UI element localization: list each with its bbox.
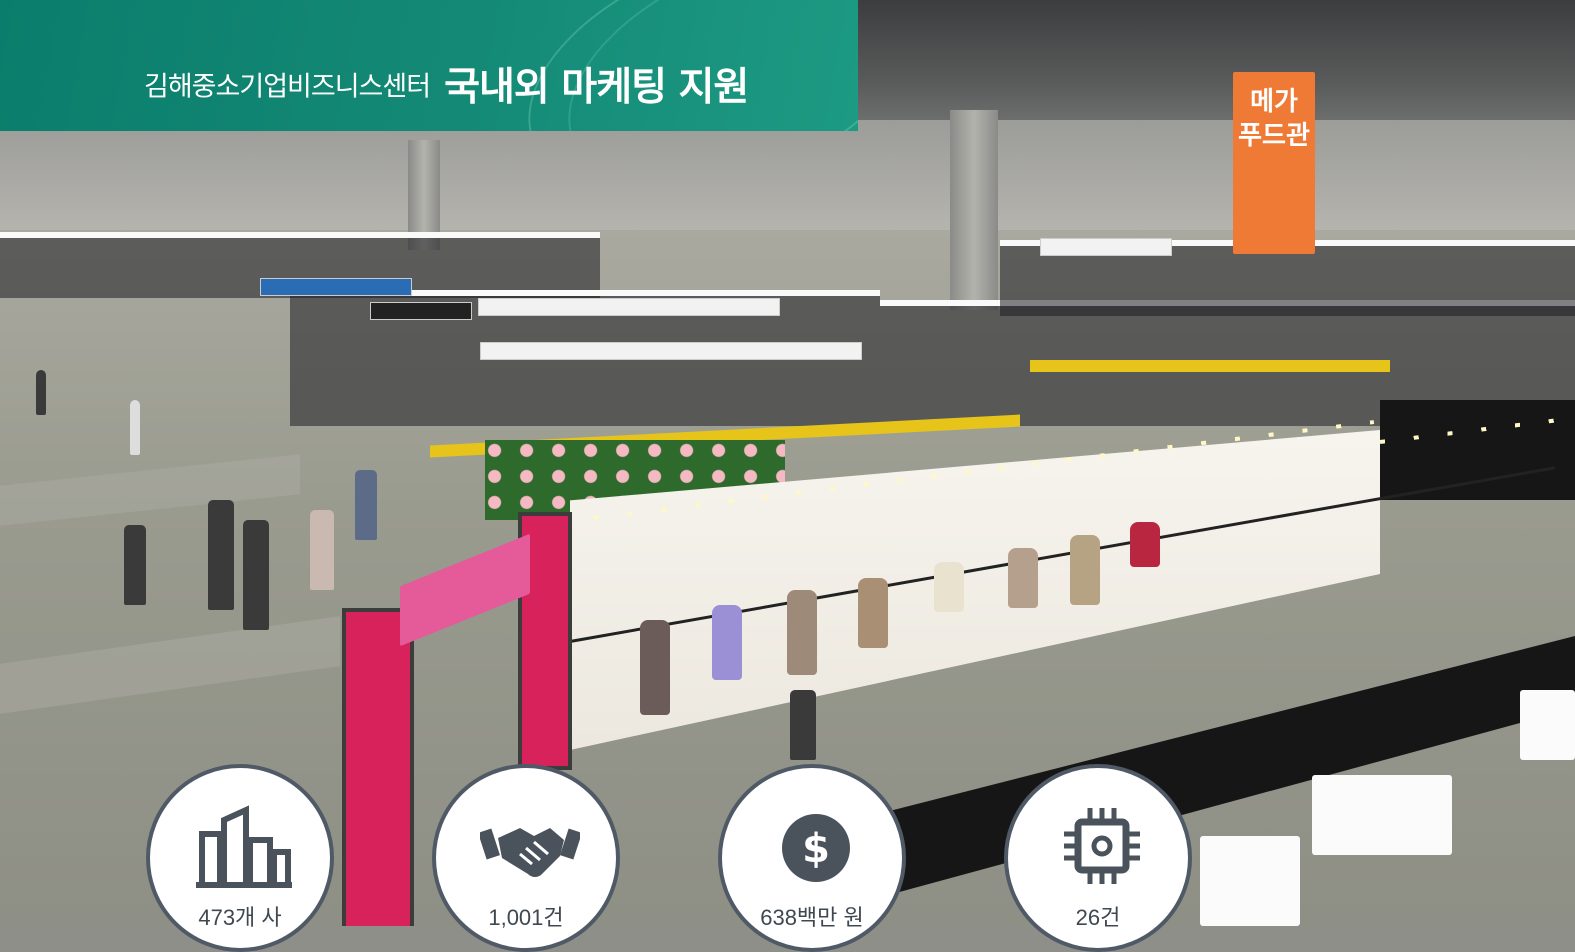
svg-text:$: $: [802, 826, 830, 872]
stat-value: 26건: [1075, 905, 1121, 930]
stat-value: 638백만 원: [760, 905, 864, 930]
food-hall-banner: 메가 푸드관: [1233, 72, 1315, 254]
meeting-table: [1312, 775, 1452, 855]
mannequin: [1008, 548, 1038, 608]
booth-sign: [1040, 238, 1172, 256]
booth-sign: [480, 342, 862, 360]
handshake-icon: [480, 828, 580, 877]
visitor: [124, 525, 146, 605]
dollar-icon: $: [782, 814, 850, 882]
visitor: [208, 500, 234, 610]
stat-export-amount: $ 638백만 원: [718, 764, 906, 952]
mannequin: [787, 590, 817, 675]
mannequin: [1070, 535, 1100, 605]
chip-icon: [1064, 808, 1140, 884]
page-title: 국내외 마케팅 지원: [444, 65, 749, 110]
mannequin: [712, 605, 742, 680]
mannequin: [1130, 522, 1160, 567]
pink-pillar: [342, 608, 414, 926]
mannequin: [858, 578, 888, 648]
visitor: [130, 400, 140, 455]
mannequin: [934, 562, 964, 612]
banner-text-line1: 메가: [1250, 87, 1298, 117]
org-name: 김해중소기업비즈니스센터: [144, 71, 431, 103]
visitor: [790, 690, 816, 760]
stat-value: 473개 사: [198, 905, 282, 930]
visitor: [355, 470, 377, 540]
meeting-table: [1200, 836, 1300, 926]
booth-sign: [478, 298, 780, 316]
booth-sign: [260, 278, 412, 296]
header-banner: 김해중소기업비즈니스센터 국내외 마케팅 지원: [0, 0, 858, 131]
stat-tech: 26건: [1004, 764, 1192, 952]
stat-companies: 473개 사: [146, 764, 334, 952]
header-text: 김해중소기업비즈니스센터 국내외 마케팅 지원: [144, 56, 749, 112]
hall-back-wall: [0, 120, 1575, 240]
mannequin: [640, 620, 670, 715]
visitor: [36, 370, 46, 415]
banner-text-line2: 푸드관: [1238, 121, 1310, 151]
stat-consultations: 1,001건: [432, 764, 620, 952]
meeting-table: [1520, 690, 1575, 760]
booth-back-wall: [1380, 400, 1575, 500]
stat-value: 1,001건: [488, 905, 564, 930]
visitor: [310, 510, 334, 590]
booth-yellow-band: [1030, 360, 1390, 372]
building-icon: [196, 805, 292, 888]
booth-sign: [370, 302, 472, 320]
hall-pillar: [950, 110, 998, 310]
visitor: [243, 520, 269, 630]
